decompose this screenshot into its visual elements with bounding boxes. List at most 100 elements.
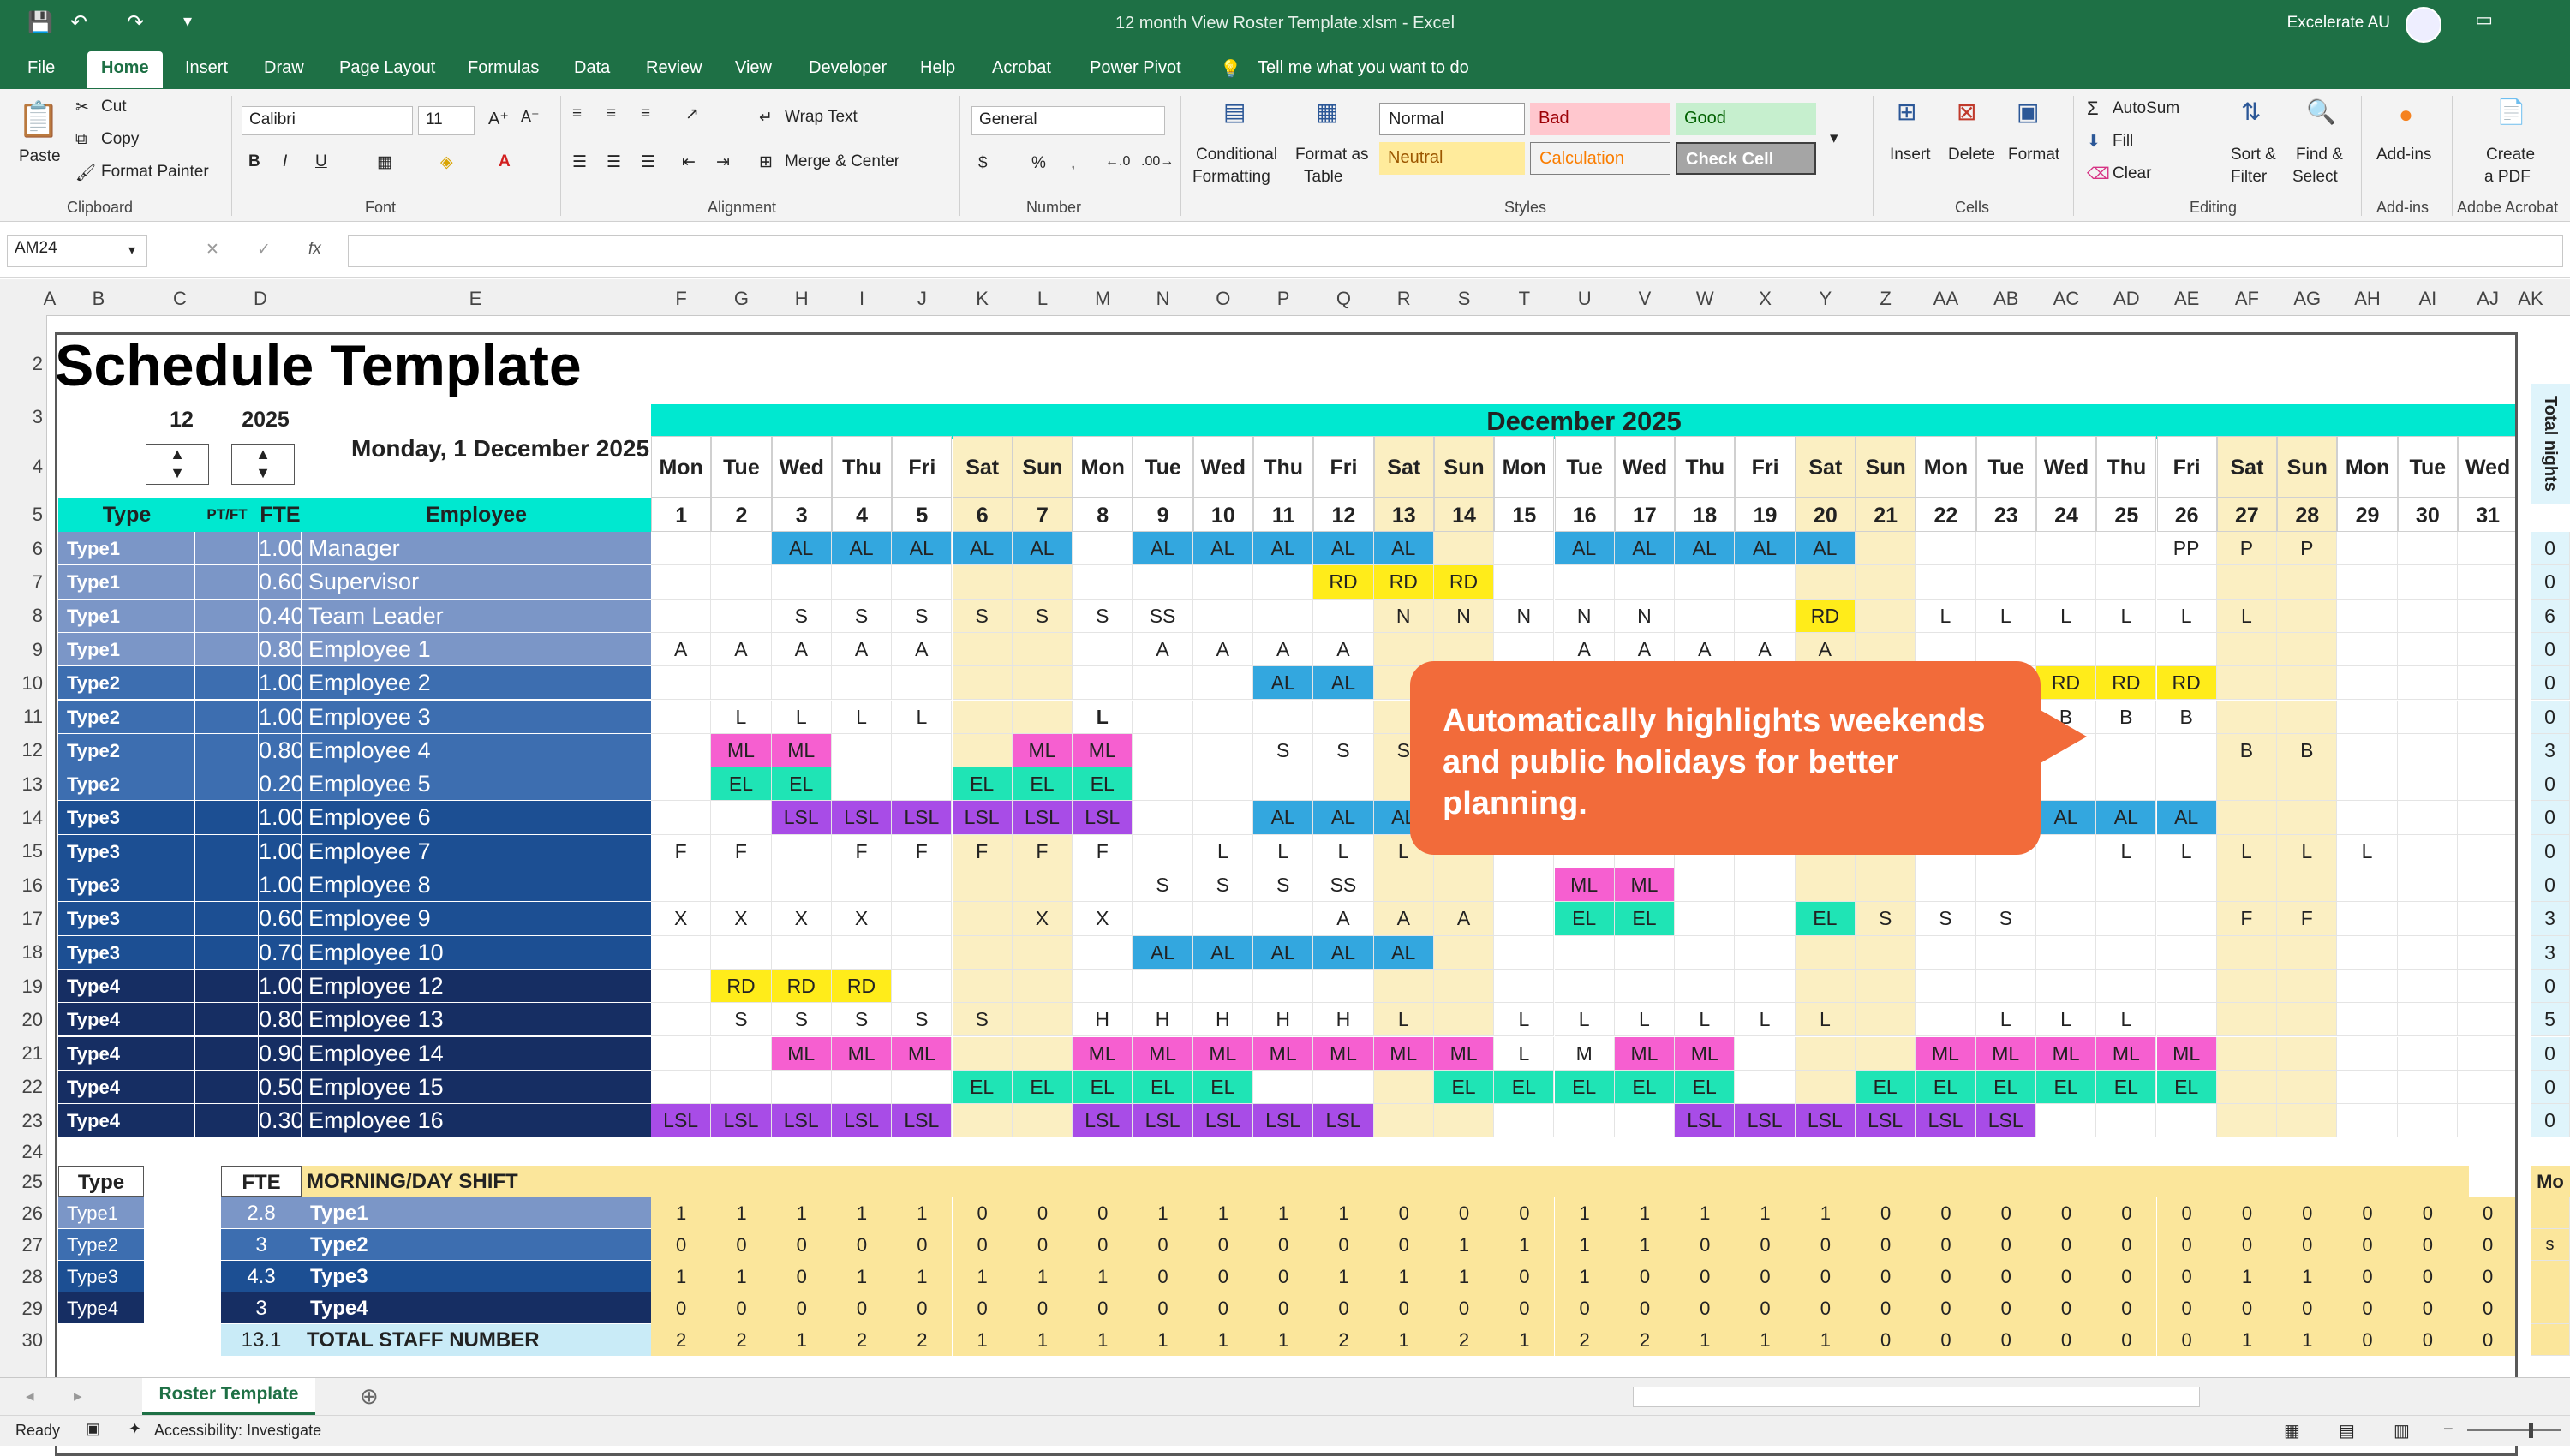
shift-cell[interactable]: F (952, 834, 1013, 868)
column-header-n[interactable]: N (1133, 288, 1192, 310)
shift-cell[interactable]: S (1133, 868, 1193, 903)
shift-cell[interactable] (831, 565, 893, 600)
shift-cell[interactable]: S (1975, 902, 2036, 936)
shift-cell[interactable] (651, 1070, 712, 1105)
shift-cell[interactable] (2458, 834, 2519, 868)
shift-cell[interactable]: S (1856, 902, 1916, 936)
merge-icon[interactable]: ⊞ (759, 152, 773, 172)
shift-cell[interactable] (2458, 935, 2519, 970)
shift-cell[interactable]: L (892, 700, 953, 734)
horizontal-scrollbar[interactable] (1633, 1387, 2200, 1407)
create-pdf-button[interactable]: Create (2486, 146, 2535, 164)
align-left-icon[interactable]: ☰ (572, 152, 587, 172)
paste-icon[interactable]: 📋 (17, 99, 60, 140)
shift-cell[interactable]: AL (1373, 532, 1434, 566)
shift-cell[interactable]: L (1373, 1003, 1434, 1037)
shift-cell[interactable]: L (1614, 1003, 1676, 1037)
shift-cell[interactable] (2096, 632, 2157, 667)
format-as-table-button[interactable]: Format as (1295, 146, 1369, 164)
shift-cell[interactable] (711, 1070, 772, 1105)
shift-cell[interactable]: S (1253, 733, 1314, 768)
shift-cell[interactable] (1675, 935, 1736, 970)
shift-cell[interactable]: LSL (1795, 1104, 1856, 1138)
shift-cell[interactable]: L (1073, 700, 1133, 734)
column-header-p[interactable]: P (1253, 288, 1313, 310)
column-header-q[interactable]: Q (1313, 288, 1373, 310)
shift-cell[interactable]: ML (1675, 1036, 1736, 1071)
shift-cell[interactable]: L (2096, 1003, 2157, 1037)
shift-cell[interactable] (1192, 902, 1253, 936)
shift-cell[interactable] (1433, 1003, 1495, 1037)
shift-cell[interactable] (2096, 565, 2157, 600)
shift-cell[interactable] (2397, 565, 2458, 600)
shift-cell[interactable] (711, 868, 772, 903)
shift-cell[interactable] (2035, 868, 2097, 903)
shift-cell[interactable] (2277, 700, 2338, 734)
shift-cell[interactable] (1012, 666, 1073, 701)
shift-cell[interactable] (2277, 632, 2338, 667)
shift-cell[interactable] (952, 1036, 1013, 1071)
shift-cell[interactable]: AL (2156, 801, 2217, 835)
shift-cell[interactable] (651, 1036, 712, 1071)
accessibility-status[interactable]: Accessibility: Investigate (154, 1422, 321, 1440)
row-header-30[interactable]: 30 (0, 1329, 43, 1352)
align-top-icon[interactable]: ≡ (572, 104, 582, 123)
shift-cell[interactable] (711, 532, 772, 566)
shift-cell[interactable]: AL (1313, 666, 1374, 701)
shift-cell[interactable]: X (831, 902, 893, 936)
column-header-y[interactable]: Y (1796, 288, 1856, 310)
shift-cell[interactable] (1133, 733, 1193, 768)
tab-power-pivot[interactable]: Power Pivot (1090, 58, 1181, 78)
shift-cell[interactable] (831, 666, 893, 701)
shift-cell[interactable]: L (1494, 1036, 1555, 1071)
shift-cell[interactable] (952, 700, 1013, 734)
shift-cell[interactable]: LSL (771, 801, 832, 835)
row-header-6[interactable]: 6 (0, 538, 43, 560)
shift-cell[interactable]: LSL (1133, 1104, 1193, 1138)
shift-cell[interactable] (1554, 1104, 1615, 1138)
shift-cell[interactable]: AL (1253, 666, 1314, 701)
shift-cell[interactable] (1192, 801, 1253, 835)
shift-cell[interactable]: AL (952, 532, 1013, 566)
shift-cell[interactable] (711, 1036, 772, 1071)
row-header-27[interactable]: 27 (0, 1234, 43, 1256)
row-header-28[interactable]: 28 (0, 1266, 43, 1288)
font-size-dropdown[interactable]: 11 (418, 106, 475, 135)
shift-cell[interactable]: L (2156, 834, 2217, 868)
enter-icon[interactable]: ✓ (257, 240, 271, 260)
cut-icon[interactable]: ✂ (75, 98, 89, 117)
shift-cell[interactable]: AL (1554, 532, 1615, 566)
row-header-3[interactable]: 3 (0, 406, 43, 428)
shift-cell[interactable] (1133, 767, 1193, 802)
sort-filter-button[interactable]: Sort & (2231, 146, 2276, 164)
shift-cell[interactable]: L (831, 700, 893, 734)
sort-filter-icon[interactable]: ⇅ (2241, 98, 2261, 126)
shift-cell[interactable] (2216, 935, 2278, 970)
shift-cell[interactable]: P (2277, 532, 2338, 566)
shift-cell[interactable] (2397, 1003, 2458, 1037)
shift-cell[interactable] (2337, 599, 2398, 633)
shift-cell[interactable] (2337, 1003, 2398, 1037)
shift-cell[interactable] (2337, 700, 2398, 734)
shift-cell[interactable] (952, 868, 1013, 903)
shift-cell[interactable] (1494, 532, 1555, 566)
column-header-aj[interactable]: AJ (2458, 288, 2518, 310)
shift-cell[interactable]: F (2277, 902, 2338, 936)
row-header-21[interactable]: 21 (0, 1042, 43, 1065)
row-header-5[interactable]: 5 (0, 504, 43, 526)
style-neutral[interactable]: Neutral (1379, 142, 1525, 175)
shift-cell[interactable]: L (2337, 834, 2398, 868)
shift-cell[interactable]: AL (892, 532, 953, 566)
row-header-8[interactable]: 8 (0, 605, 43, 627)
column-header-o[interactable]: O (1193, 288, 1253, 310)
shift-cell[interactable] (1192, 767, 1253, 802)
shift-cell[interactable] (892, 902, 953, 936)
paste-button[interactable]: Paste (19, 147, 61, 166)
shift-cell[interactable] (2337, 733, 2398, 768)
shift-cell[interactable]: LSL (1675, 1104, 1736, 1138)
shift-cell[interactable] (831, 767, 893, 802)
shift-cell[interactable] (2277, 666, 2338, 701)
shift-cell[interactable] (1735, 935, 1796, 970)
fill-button[interactable]: Fill (2113, 132, 2133, 151)
shift-cell[interactable] (1856, 935, 1916, 970)
